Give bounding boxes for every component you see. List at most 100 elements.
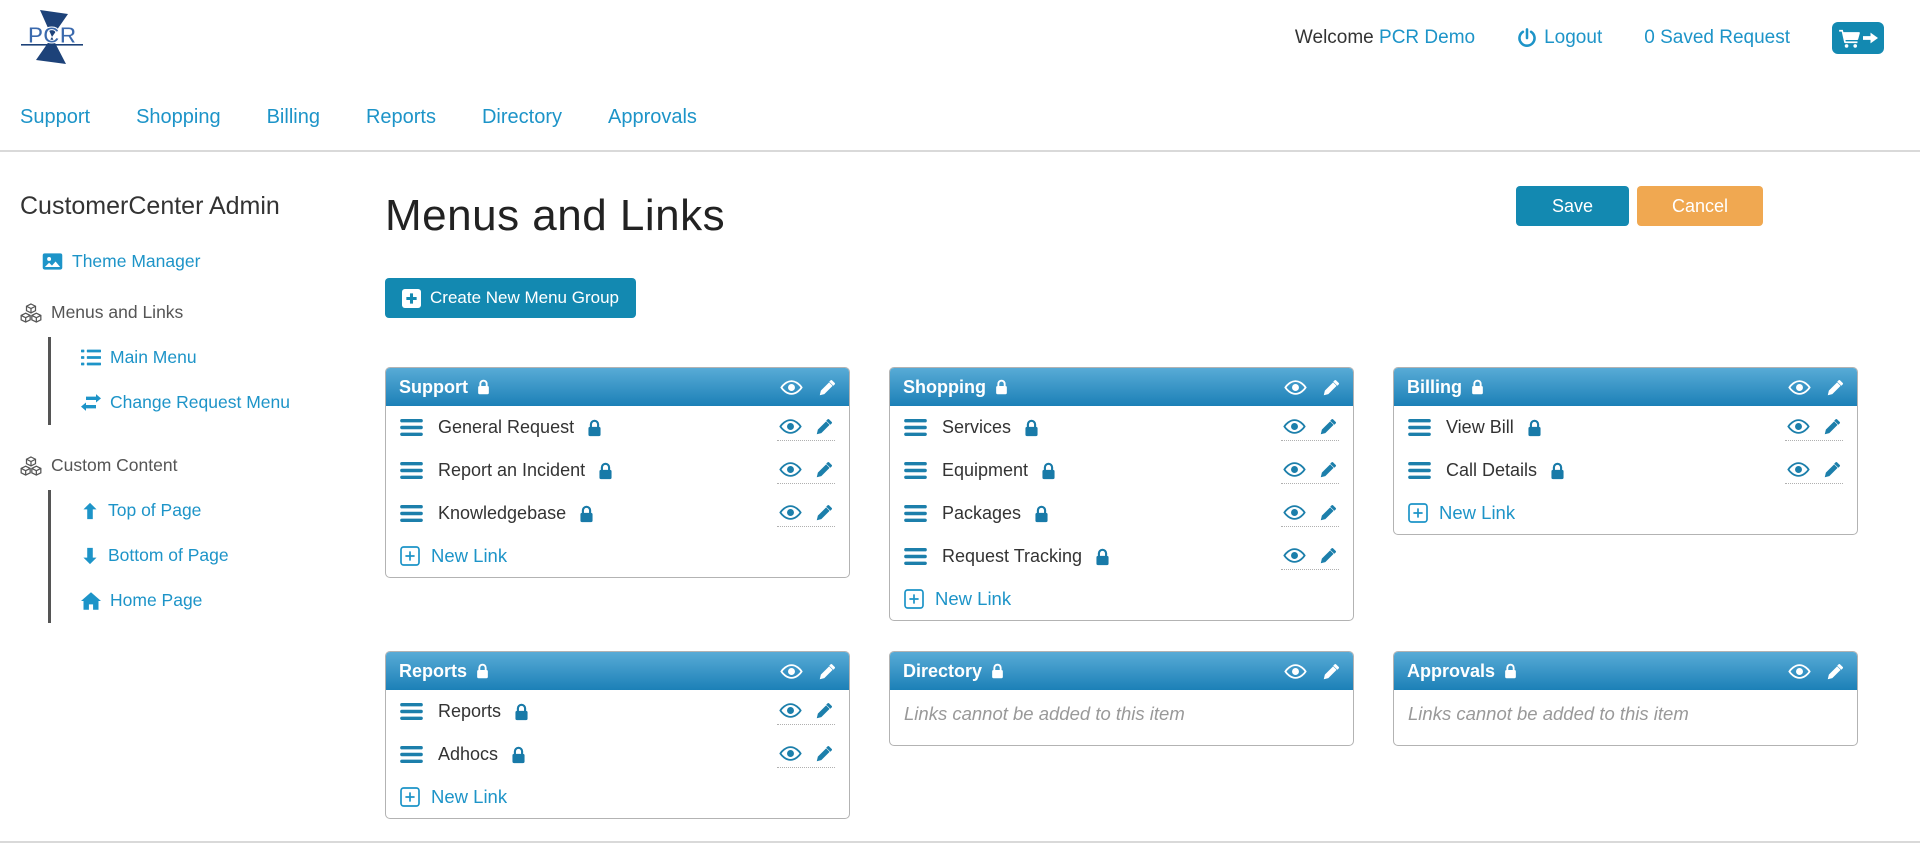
theme-manager-label: Theme Manager (72, 251, 200, 272)
page-bottom-divider (0, 841, 1920, 843)
menu-group-card: BillingView BillCall DetailsNew Link (1393, 367, 1858, 535)
eye-icon[interactable] (1787, 419, 1810, 434)
home-icon (81, 592, 101, 610)
new-link-label: New Link (1439, 502, 1515, 524)
menu-group-title: Billing (1407, 377, 1462, 398)
eye-icon[interactable] (779, 746, 802, 761)
nav-item-shopping[interactable]: Shopping (136, 106, 221, 129)
custom-content-label: Custom Content (51, 455, 177, 476)
saved-request-cart-button[interactable] (1832, 22, 1884, 54)
pencil-icon[interactable] (816, 461, 833, 478)
saved-request-link[interactable]: 0 Saved Request (1644, 27, 1790, 49)
eye-icon[interactable] (1788, 380, 1811, 395)
pencil-icon[interactable] (1824, 418, 1841, 435)
new-link-button[interactable]: New Link (386, 535, 849, 577)
eye-icon[interactable] (1283, 548, 1306, 563)
menu-link-row: Adhocs (386, 733, 849, 776)
new-link-button[interactable]: New Link (1394, 492, 1857, 534)
menu-group-title: Shopping (903, 377, 986, 398)
lock-icon (511, 746, 526, 764)
pencil-icon[interactable] (1320, 547, 1337, 564)
change-request-menu-label: Change Request Menu (110, 392, 290, 413)
eye-icon[interactable] (779, 462, 802, 477)
menu-link-row: Packages (890, 492, 1353, 535)
drag-handle-icon[interactable] (1408, 462, 1431, 479)
drag-handle-icon[interactable] (400, 419, 423, 436)
pencil-icon[interactable] (1320, 418, 1337, 435)
eye-icon[interactable] (779, 703, 802, 718)
eye-icon[interactable] (1283, 505, 1306, 520)
lock-icon (476, 663, 489, 679)
create-new-menu-group-button[interactable]: Create New Menu Group (385, 278, 636, 318)
eye-icon[interactable] (1284, 380, 1307, 395)
pencil-icon[interactable] (1827, 663, 1844, 680)
main-menu-label: Main Menu (110, 347, 197, 368)
eye-icon[interactable] (779, 419, 802, 434)
new-link-label: New Link (935, 588, 1011, 610)
new-link-button[interactable]: New Link (890, 578, 1353, 620)
eye-icon[interactable] (1788, 664, 1811, 679)
save-button[interactable]: Save (1516, 186, 1629, 226)
menu-group-title: Approvals (1407, 661, 1495, 682)
drag-handle-icon[interactable] (400, 746, 423, 763)
drag-handle-icon[interactable] (400, 462, 423, 479)
pencil-icon[interactable] (1827, 379, 1844, 396)
pencil-icon[interactable] (816, 702, 833, 719)
lock-icon (1471, 379, 1484, 395)
pencil-icon[interactable] (1320, 504, 1337, 521)
pencil-icon[interactable] (819, 663, 836, 680)
arrow-down-icon (81, 547, 99, 565)
sidebar-item-home-page[interactable]: Home Page (81, 590, 385, 611)
drag-handle-icon[interactable] (1408, 419, 1431, 436)
sidebar-item-bottom-of-page[interactable]: Bottom of Page (81, 545, 385, 566)
eye-icon[interactable] (780, 664, 803, 679)
drag-handle-icon[interactable] (904, 462, 927, 479)
nav-item-reports[interactable]: Reports (366, 106, 436, 129)
pencil-icon[interactable] (1320, 461, 1337, 478)
lock-icon (1034, 505, 1049, 523)
drag-handle-icon[interactable] (904, 548, 927, 565)
link-actions (1281, 415, 1339, 441)
plus-square-outline-icon (1408, 503, 1428, 523)
arrow-right-icon (1863, 31, 1878, 45)
new-link-button[interactable]: New Link (386, 776, 849, 818)
pencil-icon[interactable] (1824, 461, 1841, 478)
sidebar-item-theme-manager[interactable]: Theme Manager (42, 251, 385, 272)
menu-link-label: View Bill (1446, 417, 1514, 438)
menu-link-label: Packages (942, 503, 1021, 524)
eye-icon[interactable] (780, 380, 803, 395)
sidebar-item-top-of-page[interactable]: Top of Page (81, 500, 385, 521)
logout-button[interactable]: Logout (1517, 27, 1602, 49)
drag-handle-icon[interactable] (400, 505, 423, 522)
pencil-icon[interactable] (816, 745, 833, 762)
link-actions (777, 699, 835, 725)
group-actions (1788, 379, 1844, 396)
eye-icon[interactable] (1283, 419, 1306, 434)
nav-item-approvals[interactable]: Approvals (608, 106, 697, 129)
cancel-button[interactable]: Cancel (1637, 186, 1763, 226)
eye-icon[interactable] (1283, 462, 1306, 477)
pencil-icon[interactable] (1323, 663, 1340, 680)
no-links-message: Links cannot be added to this item (890, 690, 1353, 745)
eye-icon[interactable] (779, 505, 802, 520)
menu-group-header: Support (386, 368, 849, 406)
plus-square-outline-icon (400, 787, 420, 807)
pencil-icon[interactable] (819, 379, 836, 396)
menu-link-row: View Bill (1394, 406, 1857, 449)
pencil-icon[interactable] (816, 418, 833, 435)
drag-handle-icon[interactable] (400, 703, 423, 720)
pencil-icon[interactable] (1323, 379, 1340, 396)
drag-handle-icon[interactable] (904, 419, 927, 436)
list-icon (81, 349, 101, 366)
sidebar-item-change-request-menu[interactable]: Change Request Menu (81, 392, 385, 413)
pencil-icon[interactable] (816, 504, 833, 521)
eye-icon[interactable] (1284, 664, 1307, 679)
drag-handle-icon[interactable] (904, 505, 927, 522)
eye-icon[interactable] (1787, 462, 1810, 477)
nav-item-directory[interactable]: Directory (482, 106, 562, 129)
nav-item-billing[interactable]: Billing (267, 106, 320, 129)
nav-item-support[interactable]: Support (20, 106, 90, 129)
user-name-link[interactable]: PCR Demo (1379, 27, 1475, 48)
pcr-logo[interactable]: PCR (18, 8, 86, 71)
sidebar-item-main-menu[interactable]: Main Menu (81, 347, 385, 368)
